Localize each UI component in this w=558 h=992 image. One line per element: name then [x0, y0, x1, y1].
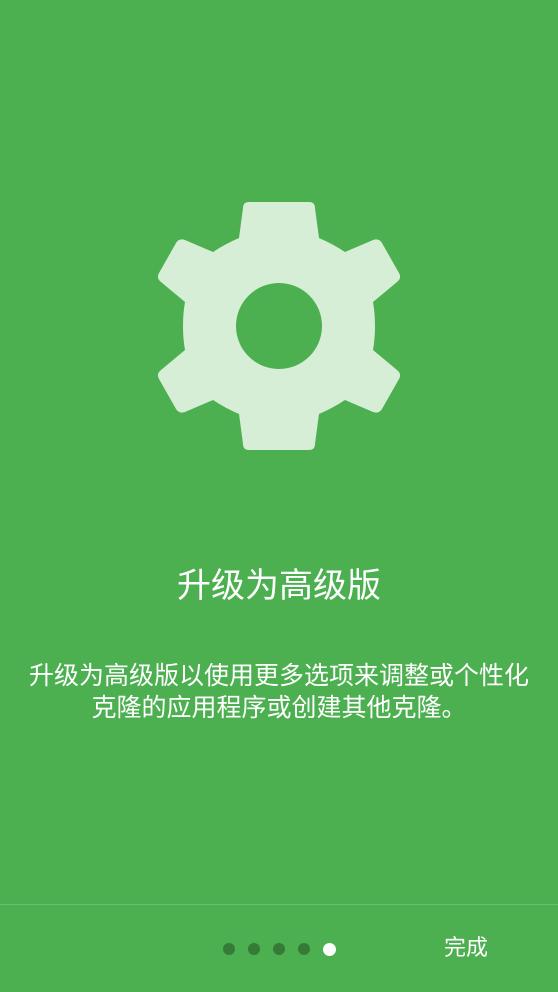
- page-indicator: [223, 942, 336, 956]
- page-dot-4[interactable]: [298, 943, 310, 955]
- page-dot-5-active[interactable]: [323, 942, 336, 956]
- page-dot-1[interactable]: [223, 943, 235, 955]
- page-dot-2[interactable]: [248, 943, 260, 955]
- slide-title: 升级为高级版: [177, 566, 381, 606]
- settings-gear-icon: [155, 200, 403, 452]
- done-button[interactable]: 完成: [424, 927, 508, 971]
- intro-slide-screen: 升级为高级版 升级为高级版以使用更多选项来调整或个性化克隆的应用程序或创建其他克…: [0, 0, 558, 992]
- pager-footer: 完成: [0, 905, 558, 992]
- page-dot-3[interactable]: [273, 943, 285, 955]
- slide-description: 升级为高级版以使用更多选项来调整或个性化克隆的应用程序或创建其他克隆。: [28, 661, 529, 722]
